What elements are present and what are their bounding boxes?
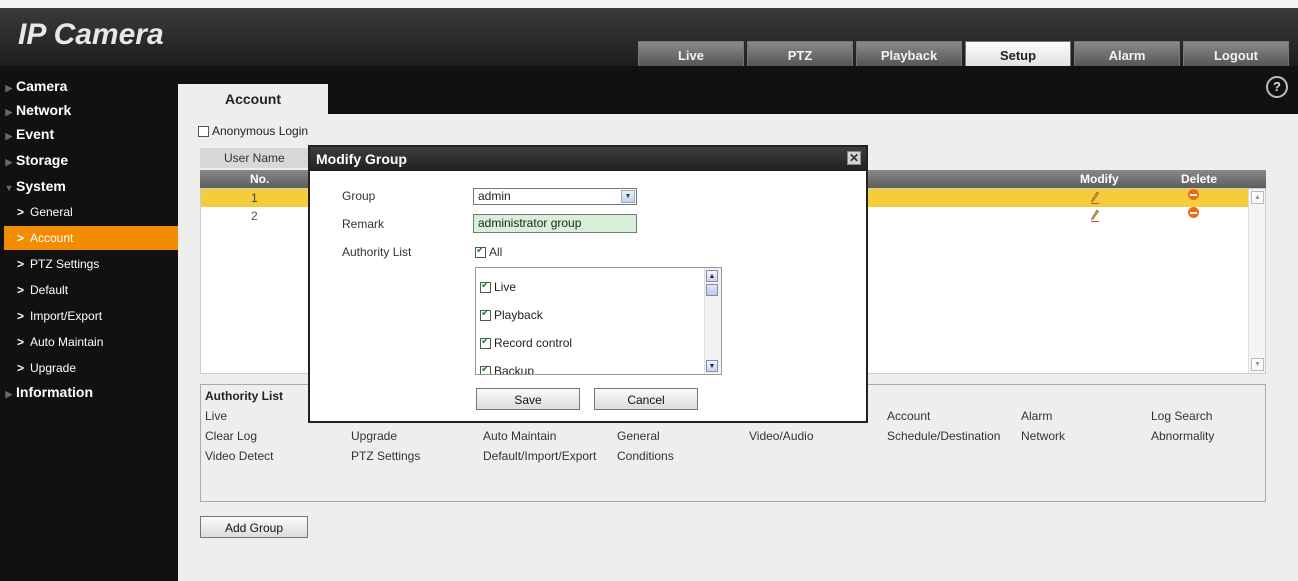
scroll-down-icon[interactable]: ▼	[1251, 358, 1264, 371]
tab-playback[interactable]: Playback	[856, 41, 962, 69]
sidebar-item-information[interactable]: ▶ Information	[0, 380, 178, 404]
scroll-up-icon[interactable]: ▲	[706, 270, 718, 282]
sidebar-item-upgrade[interactable]: > Upgrade	[0, 356, 178, 380]
sidebar-item-import-export[interactable]: > Import/Export	[0, 304, 178, 328]
sidebar-item-camera[interactable]: ▶ Camera	[0, 74, 178, 98]
app-logo: IP Camera	[18, 18, 164, 51]
triangle-down-icon: ▼	[4, 183, 14, 193]
triangle-right-icon: ▶	[5, 389, 13, 399]
chevron-right-icon: >	[16, 361, 24, 375]
authority-checkbox[interactable]	[480, 336, 491, 349]
tab-alarm[interactable]: Alarm	[1074, 41, 1180, 69]
authority-item: Abnormality	[1151, 429, 1215, 443]
all-checkbox-row[interactable]: All	[475, 245, 502, 259]
triangle-right-icon: ▶	[5, 107, 13, 117]
scroll-up-icon[interactable]: ▲	[1251, 191, 1264, 204]
close-icon[interactable]: ✕	[847, 151, 861, 165]
dialog-title: Modify Group	[316, 151, 407, 167]
authority-option[interactable]: Record control	[480, 336, 572, 350]
group-select[interactable]: admin ▼	[473, 188, 637, 205]
all-checkbox[interactable]	[475, 245, 486, 258]
help-icon[interactable]: ?	[1266, 76, 1288, 98]
tab-live[interactable]: Live	[638, 41, 744, 69]
save-button[interactable]: Save	[476, 388, 580, 410]
sidebar-item-system[interactable]: ▼ System	[0, 174, 178, 198]
anonymous-login-checkbox[interactable]	[198, 126, 209, 137]
authority-item: Account	[887, 409, 931, 423]
authority-item: Upgrade	[351, 429, 398, 443]
authority-list-label: Authority List	[342, 245, 412, 259]
sidebar-item-auto-maintain[interactable]: > Auto Maintain	[0, 330, 178, 354]
tab-ptz[interactable]: PTZ	[747, 41, 853, 69]
scroll-thumb[interactable]	[706, 284, 718, 296]
tab-setup[interactable]: Setup	[965, 41, 1071, 69]
column-header-modify: Modify	[1080, 172, 1119, 186]
tab-account[interactable]: Account	[178, 84, 328, 114]
sidebar-item-general[interactable]: > General	[0, 200, 178, 224]
chevron-down-icon[interactable]: ▼	[621, 190, 635, 203]
triangle-right-icon: ▶	[5, 131, 13, 141]
authority-item: PTZ Settings	[351, 449, 421, 463]
add-group-button[interactable]: Add Group	[200, 516, 308, 538]
pencil-icon[interactable]	[1091, 209, 1099, 223]
chevron-right-icon: >	[16, 283, 24, 297]
modify-group-dialog: Modify Group ✕ Group admin ▼ Remark admi…	[308, 145, 868, 423]
authority-item: Conditions	[617, 449, 674, 463]
delete-icon[interactable]	[1188, 189, 1199, 200]
remark-label: Remark	[342, 217, 385, 231]
sidebar-item-event[interactable]: ▶ Event	[0, 122, 178, 146]
authority-item: Clear Log	[205, 429, 258, 443]
authority-item: General	[617, 429, 660, 443]
remark-input[interactable]: administrator group	[473, 214, 637, 233]
tab-logout[interactable]: Logout	[1183, 41, 1289, 69]
anonymous-login[interactable]: Anonymous Login	[198, 124, 308, 138]
triangle-right-icon: ▶	[5, 157, 13, 167]
authority-item: Video Detect	[205, 449, 274, 463]
authority-item: Default/Import/Export	[483, 449, 597, 463]
sidebar-item-network[interactable]: ▶ Network	[0, 98, 178, 122]
authority-list-title: Authority List	[205, 389, 283, 403]
authority-item: Log Search	[1151, 409, 1213, 423]
authority-item: Auto Maintain	[483, 429, 557, 443]
authority-item: Alarm	[1021, 409, 1053, 423]
column-header-no: No.	[250, 172, 270, 186]
chevron-right-icon: >	[16, 309, 24, 323]
row-number: 2	[251, 209, 258, 223]
authority-item: Network	[1021, 429, 1066, 443]
cancel-button[interactable]: Cancel	[594, 388, 698, 410]
top-strip	[0, 0, 1298, 8]
authority-item: Video/Audio	[749, 429, 814, 443]
chevron-right-icon: >	[16, 205, 24, 219]
scroll-down-icon[interactable]: ▼	[706, 360, 718, 372]
pencil-icon[interactable]	[1091, 191, 1099, 205]
authority-checkbox[interactable]	[480, 308, 491, 321]
authority-checkbox[interactable]	[480, 280, 491, 293]
sidebar-item-ptz-settings[interactable]: > PTZ Settings	[0, 252, 178, 276]
authority-item: Schedule/Destination	[887, 429, 1001, 443]
authority-option[interactable]: Playback	[480, 308, 543, 322]
column-header-delete: Delete	[1181, 172, 1218, 186]
authority-option[interactable]: Live	[480, 280, 516, 294]
sidebar-item-default[interactable]: > Default	[0, 278, 178, 302]
listbox-scrollbar[interactable]: ▲ ▼	[704, 268, 721, 374]
authority-item: Live	[205, 409, 228, 423]
authority-option[interactable]: Backup	[480, 364, 534, 374]
delete-icon[interactable]	[1188, 207, 1199, 218]
row-number: 1	[251, 191, 258, 205]
authority-checkbox[interactable]	[480, 364, 491, 374]
chevron-right-icon: >	[16, 257, 24, 271]
triangle-right-icon: ▶	[5, 83, 13, 93]
sidebar-item-storage[interactable]: ▶ Storage	[0, 148, 178, 172]
table-scrollbar[interactable]: ▲ ▼	[1248, 189, 1265, 373]
chevron-right-icon: >	[16, 335, 24, 349]
sidebar-item-account[interactable]: > Account	[4, 226, 178, 250]
group-label: Group	[342, 189, 376, 203]
chevron-right-icon: >	[16, 231, 24, 245]
app-header: IP Camera Live PTZ Playback Setup Alarm …	[0, 8, 1298, 69]
dialog-header: Modify Group ✕	[310, 147, 866, 171]
authority-listbox[interactable]: Live Playback Record control Backup ▲ ▼	[475, 267, 722, 375]
